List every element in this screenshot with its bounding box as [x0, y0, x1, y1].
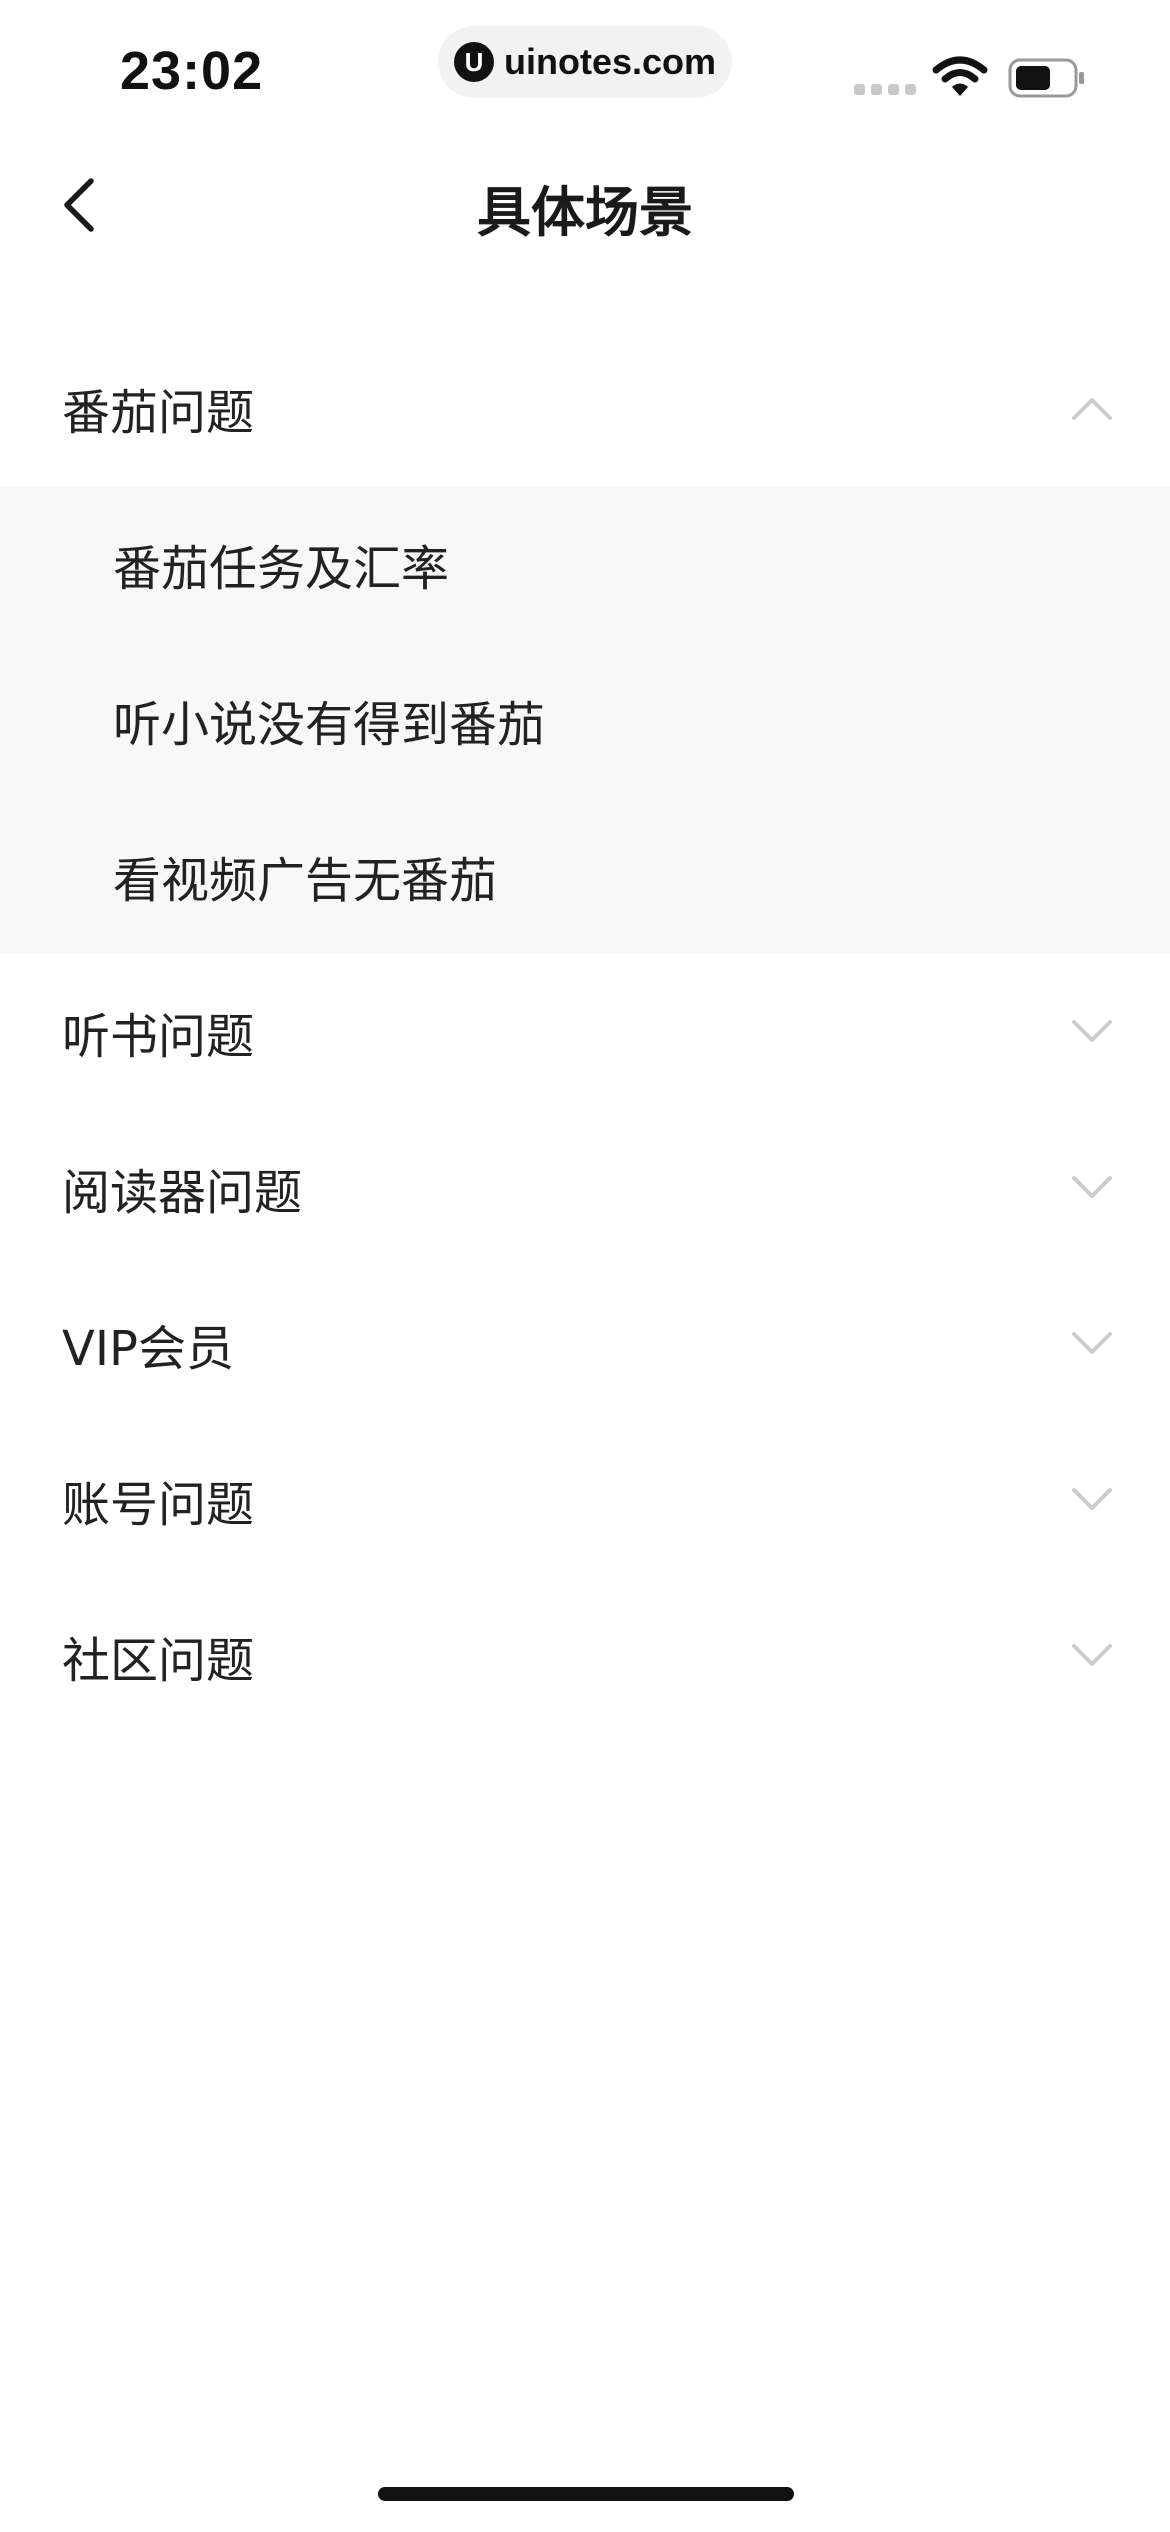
category-row-tomato[interactable]: 番茄问题 [0, 330, 1170, 486]
home-indicator[interactable] [378, 2487, 794, 2501]
sub-item-label: 看视频广告无番茄 [113, 853, 498, 909]
sub-item[interactable]: 看视频广告无番茄 [0, 798, 1170, 954]
wifi-icon [932, 56, 988, 96]
category-row-account[interactable]: 账号问题 [0, 1422, 1170, 1578]
category-row-reader[interactable]: 阅读器问题 [0, 1110, 1170, 1266]
expanded-panel-tomato: 番茄任务及汇率 听小说没有得到番茄 看视频广告无番茄 [0, 486, 1170, 954]
category-label: VIP会员 [62, 1321, 234, 1377]
sub-item[interactable]: 番茄任务及汇率 [0, 486, 1170, 642]
category-label: 阅读器问题 [62, 1165, 303, 1221]
status-bar: 23:02 U uinotes.com [0, 0, 1170, 140]
chevron-down-icon [1072, 1020, 1112, 1042]
battery-icon [1008, 58, 1084, 98]
chevron-down-icon [1072, 1644, 1112, 1666]
signal-icon [854, 84, 916, 95]
sub-item-label: 听小说没有得到番茄 [113, 697, 546, 753]
url-pill[interactable]: U uinotes.com [438, 26, 732, 98]
sub-item[interactable]: 听小说没有得到番茄 [0, 642, 1170, 798]
category-label: 听书问题 [62, 1009, 255, 1065]
category-row-vip[interactable]: VIP会员 [0, 1266, 1170, 1422]
page-title: 具体场景 [477, 181, 693, 244]
chevron-down-icon [1072, 1176, 1112, 1198]
category-label: 番茄问题 [62, 385, 255, 441]
site-logo-icon: U [454, 42, 494, 82]
nav-bar: 具体场景 [0, 140, 1170, 270]
chevron-down-icon [1072, 1488, 1112, 1510]
category-label: 账号问题 [62, 1477, 255, 1533]
chevron-down-icon [1072, 1332, 1112, 1354]
category-row-listen[interactable]: 听书问题 [0, 954, 1170, 1110]
category-list: 番茄问题 番茄任务及汇率 听小说没有得到番茄 看视频广告无番茄 听书问题 阅读器… [0, 330, 1170, 1734]
category-label: 社区问题 [62, 1633, 255, 1689]
url-text: uinotes.com [504, 41, 717, 82]
chevron-up-icon [1072, 398, 1112, 420]
category-row-community[interactable]: 社区问题 [0, 1578, 1170, 1734]
sub-item-label: 番茄任务及汇率 [113, 541, 450, 597]
status-time: 23:02 [120, 41, 264, 101]
